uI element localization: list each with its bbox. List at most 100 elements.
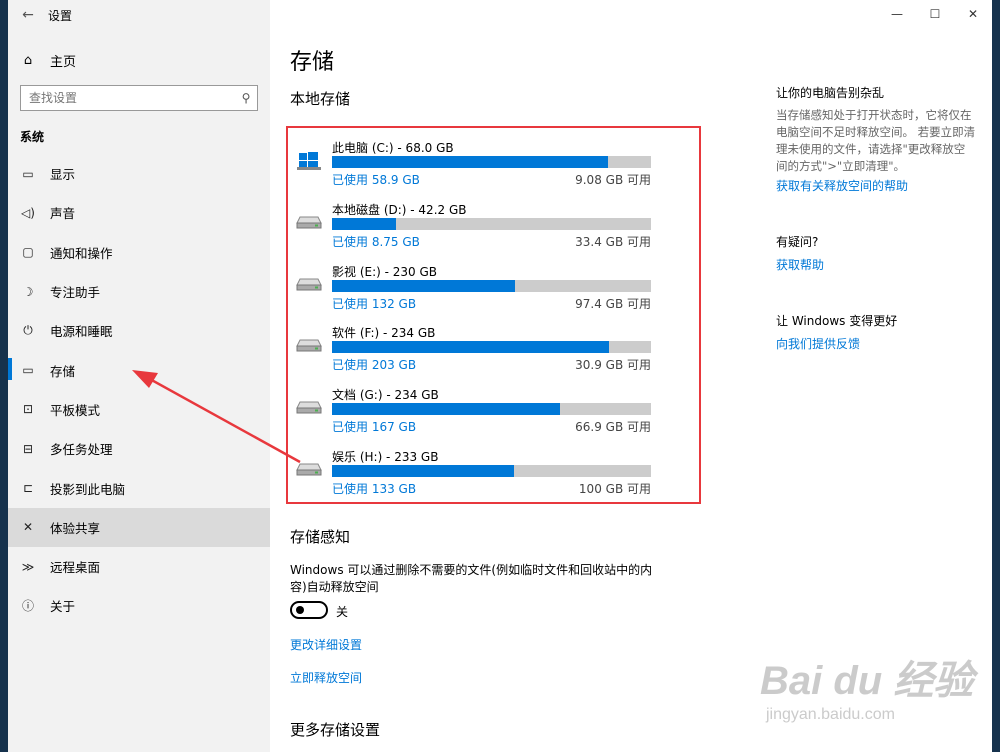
drive-item[interactable]: 娱乐 (H:) - 233 GB 已使用 133 GB 100 GB 可用 (288, 442, 699, 502)
nav-home[interactable]: ⌂ 主页 (8, 46, 270, 74)
feedback-heading: 让 Windows 变得更好 (776, 314, 898, 328)
drive-name: 影视 (E:) - 230 GB (332, 264, 438, 279)
sidebar-item-label: 远程桌面 (50, 560, 101, 576)
more-storage-settings-title: 更多存储设置 (290, 721, 381, 739)
drive-usage-fill (332, 279, 516, 292)
local-storage-title: 本地存储 (290, 90, 351, 108)
share-icon: ✕ (22, 520, 34, 535)
window-controls: — ☐ ✕ (878, 0, 992, 28)
sidebar-item-moon[interactable]: ☽ 专注助手 (8, 272, 270, 311)
sidebar-item-power[interactable]: ⏻ 电源和睡眠 (8, 311, 270, 350)
notification-icon: ▢ (22, 245, 34, 260)
drive-item[interactable]: 软件 (F:) - 234 GB 已使用 203 GB 30.9 GB 可用 (288, 318, 699, 378)
drive-used-label: 已使用 167 GB (332, 420, 417, 435)
drive-usage-bar (332, 279, 651, 292)
desktop-right-edge (992, 0, 1000, 752)
drive-free-label: 33.4 GB 可用 (575, 234, 651, 249)
drive-used-label: 已使用 8.75 GB (332, 234, 420, 249)
maximize-icon: ☐ (929, 7, 941, 21)
drive-item[interactable]: 文档 (G:) - 234 GB 已使用 167 GB 66.9 GB 可用 (288, 380, 699, 440)
watermark-brand: Bai du 经验 (760, 659, 974, 703)
windows-drive-icon (296, 151, 322, 170)
sidebar-item-label: 电源和睡眠 (50, 324, 113, 340)
page-title: 存储 (290, 50, 335, 75)
nav-list: ▭ 显示 ◁) 声音 ▢ 通知和操作 ☽ 专注助手 ⏻ 电源和睡眠 ▭ 存储 ⊡ 平板模式 ⊟ 多任务处理 ⊏ 投… (8, 154, 270, 626)
drive-usage-bar (332, 156, 651, 168)
drive-used-label: 已使用 58.9 GB (332, 173, 420, 187)
drive-used-label: 已使用 203 GB (332, 358, 417, 373)
section-title: 系统 (20, 130, 45, 144)
watermark-url: jingyan.baidu.com (766, 706, 895, 723)
sidebar-item-label: 存储 (50, 363, 76, 379)
remote-icon: ≫ (21, 559, 35, 574)
search-icon[interactable]: ⚲ (235, 91, 257, 105)
tip-help-link[interactable]: 获取有关释放空间的帮助 (776, 177, 908, 194)
power-icon: ⏻ (23, 323, 33, 338)
moon-icon: ☽ (22, 284, 34, 299)
desktop-left-edge (0, 0, 8, 752)
sound-icon: ◁) (21, 205, 35, 220)
sidebar-item-label: 多任务处理 (50, 442, 113, 458)
sidebar-item-notification[interactable]: ▢ 通知和操作 (8, 233, 270, 272)
drive-free-label: 100 GB 可用 (578, 482, 651, 496)
maximize-button[interactable]: ☐ (916, 0, 954, 28)
sidebar-item-tablet[interactable]: ⊡ 平板模式 (8, 390, 270, 429)
drive-usage-bar (332, 403, 651, 416)
sidebar-item-remote[interactable]: ≫ 远程桌面 (8, 547, 270, 586)
storage-icon: ▭ (22, 363, 34, 378)
back-arrow-icon: ← (22, 7, 34, 23)
watermark: Bai du 经验 jingyan.baidu.com (760, 648, 973, 724)
free-space-now-link[interactable]: 立即释放空间 (290, 669, 362, 686)
feedback-link[interactable]: 向我们提供反馈 (776, 335, 860, 352)
disk-drive-icon (296, 398, 322, 414)
sidebar-item-info[interactable]: ⓘ 关于 (8, 586, 270, 625)
sidebar-item-project[interactable]: ⊏ 投影到此电脑 (8, 468, 270, 507)
sidebar-item-multitask[interactable]: ⊟ 多任务处理 (8, 429, 270, 468)
storage-sense-title: 存储感知 (290, 528, 351, 546)
storage-sense-toggle[interactable] (290, 601, 328, 619)
drive-item[interactable]: 本地磁盘 (D:) - 42.2 GB 已使用 8.75 GB 33.4 GB 可用 (288, 195, 699, 255)
sidebar: ← 设置 ⌂ 主页 ⚲ 系统 ▭显示◁)声音▢通知和操作☽专注助手⏻电源和睡眠▭… (8, 0, 270, 752)
search-box[interactable]: ⚲ (20, 85, 258, 111)
window-title: 设置 (48, 8, 73, 23)
drive-usage-bar (332, 465, 651, 477)
titlebar: ← 设置 (8, 0, 270, 30)
disk-drive-icon (296, 460, 322, 476)
tip-heading: 让你的电脑告别杂乱 (776, 86, 885, 100)
drive-usage-fill (332, 341, 609, 354)
project-icon: ⊏ (22, 481, 34, 496)
sidebar-item-share[interactable]: ✕ 体验共享 (8, 507, 270, 547)
sidebar-item-storage[interactable]: ▭ 存储 (8, 350, 270, 389)
toggle-state-label: 关 (336, 605, 349, 619)
search-input[interactable] (29, 91, 235, 105)
drive-name: 文档 (G:) - 234 GB (332, 388, 439, 403)
info-icon: ⓘ (21, 599, 34, 614)
back-button[interactable]: ← (8, 0, 48, 30)
disk-drive-icon (296, 213, 322, 229)
drive-free-label: 97.4 GB 可用 (575, 296, 651, 311)
drive-usage-fill (332, 403, 560, 416)
settings-window: ← 设置 ⌂ 主页 ⚲ 系统 ▭显示◁)声音▢通知和操作☽专注助手⏻电源和睡眠▭… (8, 0, 992, 752)
display-icon: ▭ (22, 166, 34, 181)
nav-home-label: 主页 (50, 54, 77, 70)
drive-usage-fill (332, 465, 515, 477)
drive-usage-bar (332, 217, 651, 230)
disk-drive-icon (296, 275, 322, 291)
get-help-link[interactable]: 获取帮助 (776, 256, 824, 273)
sidebar-item-label: 关于 (50, 599, 76, 615)
change-settings-link[interactable]: 更改详细设置 (290, 636, 362, 653)
drive-item[interactable]: 影视 (E:) - 230 GB 已使用 132 GB 97.4 GB 可用 (288, 257, 699, 317)
drive-usage-bar (332, 341, 651, 354)
minimize-icon: — (891, 7, 903, 21)
sidebar-item-label: 声音 (50, 206, 76, 222)
close-button[interactable]: ✕ (954, 0, 992, 28)
close-icon: ✕ (967, 7, 979, 21)
home-icon: ⌂ (23, 52, 33, 68)
sidebar-item-display[interactable]: ▭ 显示 (8, 154, 270, 193)
sidebar-item-sound[interactable]: ◁) 声音 (8, 193, 270, 232)
minimize-button[interactable]: — (878, 0, 916, 28)
toggle-knob (296, 606, 304, 614)
drive-item[interactable]: 此电脑 (C:) - 68.0 GB 已使用 58.9 GB 9.08 GB 可用 (288, 133, 699, 193)
sidebar-item-label: 显示 (50, 167, 76, 183)
disk-drive-icon (296, 336, 322, 352)
